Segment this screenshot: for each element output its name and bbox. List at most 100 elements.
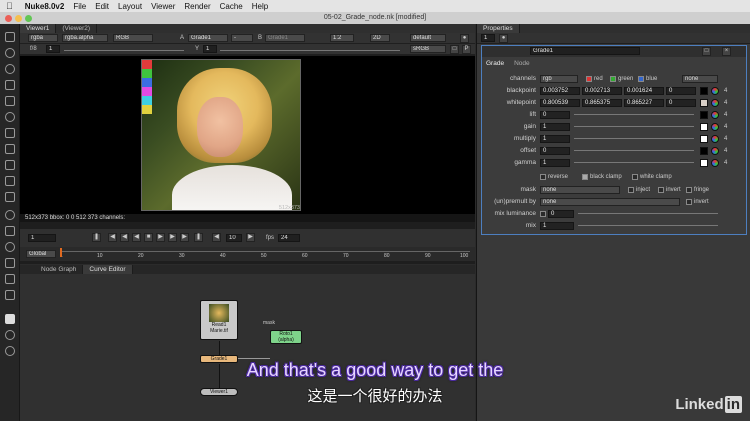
lock-icon[interactable]: ● — [460, 34, 469, 43]
views-tool-icon[interactable] — [5, 192, 15, 202]
color-wheel-icon[interactable] — [711, 99, 719, 107]
gamma-slider-prop[interactable] — [574, 162, 694, 163]
lift-slider[interactable] — [574, 114, 694, 115]
channel-count[interactable]: 4 — [724, 158, 727, 168]
color-wheel-icon[interactable] — [711, 111, 719, 119]
menu-render[interactable]: Render — [184, 2, 210, 11]
gain-swatch[interactable] — [700, 123, 708, 131]
play-backward-icon[interactable]: ◀ — [132, 233, 141, 242]
reverse-checkbox[interactable] — [540, 174, 546, 180]
lock-properties-icon[interactable]: ● — [499, 34, 508, 43]
blackpoint-b[interactable]: 0.001624 — [624, 87, 664, 95]
play-forward-icon[interactable]: ▶ — [156, 233, 165, 242]
inject-checkbox[interactable] — [628, 187, 634, 193]
metadata-tool-icon[interactable] — [5, 210, 15, 220]
offset-swatch[interactable] — [700, 147, 708, 155]
invert-checkbox[interactable] — [658, 187, 664, 193]
gamma-slider[interactable] — [220, 50, 400, 51]
tab-node[interactable]: Node — [514, 60, 530, 67]
mix-luminance-value[interactable]: 0 — [548, 210, 574, 218]
gain-slider[interactable] — [64, 50, 184, 51]
whitepoint-r[interactable]: 0.800539 — [540, 99, 580, 107]
menu-viewer[interactable]: Viewer — [151, 2, 175, 11]
color-tool-icon[interactable] — [5, 96, 15, 106]
read-node[interactable]: Read1 Marie.tif — [200, 300, 238, 340]
last-frame-icon[interactable]: ▶ — [180, 233, 189, 242]
color-wheel-icon[interactable] — [711, 87, 719, 95]
color-wheel-icon[interactable] — [711, 123, 719, 131]
multiply-swatch[interactable] — [700, 135, 708, 143]
black-clamp-checkbox[interactable] — [582, 174, 588, 180]
offset-value[interactable]: 0 — [540, 147, 570, 155]
gamma-swatch[interactable] — [700, 159, 708, 167]
menu-edit[interactable]: Edit — [95, 2, 109, 11]
compare-op-dropdown[interactable]: - — [231, 34, 253, 42]
draw-tool-icon[interactable] — [5, 48, 15, 58]
channels-dropdown-prop[interactable]: rgb — [540, 75, 578, 83]
colorspace-dropdown[interactable]: RGB — [113, 34, 153, 42]
mask-dropdown[interactable]: none — [540, 186, 620, 194]
time-tool-icon[interactable] — [5, 64, 15, 74]
keyer-tool-icon[interactable] — [5, 128, 15, 138]
channel-count[interactable]: 4 — [724, 110, 727, 120]
nuke-logo-icon[interactable] — [5, 346, 15, 356]
color-wheel-icon[interactable] — [711, 135, 719, 143]
tab-grade[interactable]: Grade — [486, 60, 504, 67]
menu-help[interactable]: Help — [252, 2, 268, 11]
timeline-ruler[interactable]: 1 10 20 30 40 50 60 70 80 90 100 — [60, 248, 470, 259]
blackpoint-swatch[interactable] — [700, 87, 708, 95]
lift-swatch[interactable] — [700, 111, 708, 119]
stop-icon[interactable]: ■ — [144, 233, 153, 242]
extra-channel-dropdown[interactable]: none — [682, 75, 718, 83]
current-frame-field[interactable]: 1 — [28, 234, 56, 242]
menu-cache[interactable]: Cache — [220, 2, 243, 11]
next-keyframe-icon[interactable]: ❚ — [194, 233, 203, 242]
offset-slider[interactable] — [574, 150, 694, 151]
zoom-dropdown[interactable]: 1:2 — [330, 34, 354, 42]
transform-tool-icon[interactable] — [5, 160, 15, 170]
timeline[interactable]: Global 1 10 20 30 40 50 60 70 80 90 100 — [20, 247, 475, 261]
menu-layout[interactable]: Layout — [118, 2, 142, 11]
input-b-dropdown[interactable]: Grade1 — [265, 34, 305, 42]
image-tool-icon[interactable] — [5, 32, 15, 42]
channel-count[interactable]: 4 — [724, 146, 727, 156]
color-wheel-icon[interactable] — [711, 147, 719, 155]
multiply-slider[interactable] — [574, 138, 694, 139]
first-frame-icon[interactable]: ◀ — [108, 233, 117, 242]
channel-tool-icon[interactable] — [5, 80, 15, 90]
whitepoint-b[interactable]: 0.865227 — [624, 99, 664, 107]
input-a-dropdown[interactable]: Grade1 — [188, 34, 228, 42]
blackpoint-r[interactable]: 0.003752 — [540, 87, 580, 95]
furnace-tool-icon[interactable] — [5, 274, 15, 284]
unpremult-dropdown[interactable]: none — [540, 198, 680, 206]
zoom-window-icon[interactable] — [25, 15, 32, 22]
playhead[interactable] — [60, 248, 62, 257]
merge-tool-icon[interactable] — [5, 144, 15, 154]
roi-icon[interactable]: □ — [450, 45, 459, 54]
ofx-tool-icon[interactable] — [5, 290, 15, 300]
channel-count[interactable]: 4 — [724, 134, 727, 144]
float-panel-icon[interactable]: □ — [702, 47, 711, 56]
gamma-field[interactable]: 1 — [203, 45, 217, 53]
alpha-dropdown[interactable]: rgba.alpha — [62, 34, 108, 42]
gamma-value[interactable]: 1 — [540, 159, 570, 167]
tab-viewer2[interactable]: (Viewer2) — [56, 24, 98, 33]
lut-dropdown[interactable]: default — [410, 34, 446, 42]
mix-luminance-slider[interactable] — [578, 213, 718, 214]
multiply-value[interactable]: 1 — [540, 135, 570, 143]
green-checkbox[interactable] — [610, 76, 616, 82]
srgb-dropdown[interactable]: sRGB — [410, 45, 446, 53]
roto-node[interactable]: Roto1 (alpha) — [270, 330, 302, 344]
close-window-icon[interactable] — [5, 15, 12, 22]
gain-value[interactable]: 1 — [540, 123, 570, 131]
frame-field[interactable]: 1 — [46, 45, 60, 53]
max-panels-field[interactable]: 1 — [481, 34, 495, 42]
channel-count[interactable]: 4 — [724, 122, 727, 132]
menu-file[interactable]: File — [73, 2, 86, 11]
channel-count[interactable]: 4 — [724, 98, 727, 108]
mix-slider[interactable] — [578, 225, 718, 226]
step-back-icon[interactable]: ◀ — [120, 233, 129, 242]
increment-field[interactable]: 10 — [226, 234, 242, 242]
fps-field[interactable]: 24 — [278, 234, 300, 242]
blackpoint-g[interactable]: 0.002713 — [582, 87, 622, 95]
